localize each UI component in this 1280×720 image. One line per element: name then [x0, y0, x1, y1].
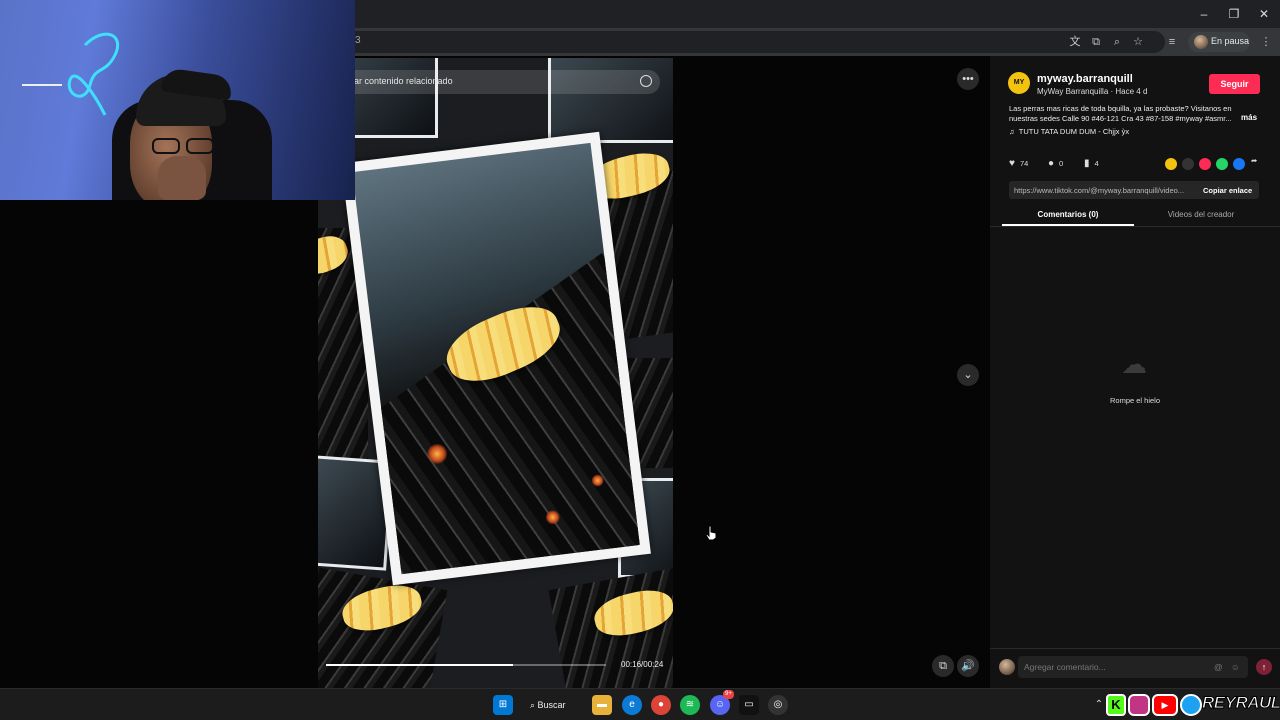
hand-cursor-icon	[705, 525, 717, 541]
social-banner: K ▶ REYRAUL	[1104, 690, 1280, 720]
streamer-glasses	[150, 138, 218, 156]
more-link[interactable]: más	[1241, 113, 1257, 122]
like-stat[interactable]: ♥ 74	[1009, 158, 1028, 169]
whatsapp-icon[interactable]	[1216, 158, 1228, 170]
profile-status: En pausa	[1211, 36, 1250, 46]
collage-grill	[318, 358, 368, 468]
taskbar-search-label: Buscar	[537, 700, 566, 710]
media-controls-icon[interactable]: ≡	[1165, 35, 1179, 49]
video-progress-fill	[326, 664, 513, 666]
emoji-icon[interactable]: ☺	[1231, 662, 1240, 672]
music-title: TUTU TATA DUM DUM - Chjjx ỳx	[1018, 127, 1130, 136]
chevron-down-icon[interactable]: ⌄	[957, 364, 979, 386]
streamer-name: REYRAUL	[1202, 693, 1280, 713]
avatar	[1194, 35, 1208, 49]
webcam-overlay	[0, 0, 355, 200]
bookmark-star-icon[interactable]: ☆	[1131, 35, 1145, 49]
chrome-icon[interactable]: ●	[651, 695, 671, 715]
video-progress-bar[interactable]	[326, 664, 606, 666]
picture-in-picture-icon[interactable]: ⧉	[932, 655, 954, 677]
creator-subtitle: MyWay Barranquilla · Hace 4 d	[1037, 87, 1148, 96]
video-time: 00:16/00:24	[621, 660, 664, 669]
mention-icon[interactable]: @	[1214, 662, 1223, 672]
taskbar-search[interactable]: ⌕ Buscar	[530, 695, 578, 715]
instagram-icon	[1128, 694, 1150, 716]
minimize-button[interactable]: –	[1196, 6, 1212, 22]
comment-input[interactable]: Agregar comentario... @ ☺	[1018, 656, 1248, 678]
like-count: 74	[1019, 159, 1029, 168]
facebook-icon[interactable]	[1233, 158, 1245, 170]
photo-frame	[341, 131, 651, 586]
comment-placeholder: Agregar comentario...	[1024, 662, 1106, 672]
comment-bar: Agregar comentario... @ ☺ ↑	[990, 648, 1280, 688]
link-box: https://www.tiktok.com/@myway.barranquil…	[1009, 181, 1259, 199]
youtube-icon: ▶	[1152, 694, 1178, 716]
related-search-bar[interactable]: ar contenido relacionado	[318, 70, 660, 94]
save-count: 4	[1094, 159, 1099, 168]
zoom-icon[interactable]: ⌕	[1110, 35, 1124, 49]
user-avatar	[999, 659, 1015, 675]
comment-stat[interactable]: ● 0	[1048, 158, 1063, 169]
comment-count: 0	[1059, 159, 1064, 168]
streamer-hand	[158, 156, 206, 200]
edge-icon[interactable]: e	[622, 695, 642, 715]
terminal-icon[interactable]: ▭	[739, 695, 759, 715]
bookmark-icon: ▮	[1084, 158, 1090, 169]
empty-comments-icon: ☁	[1121, 349, 1147, 379]
tab-creator-videos[interactable]: Videos del creador	[1135, 210, 1267, 226]
translate-icon[interactable]: 文	[1068, 35, 1082, 49]
url-text: 3	[355, 35, 361, 46]
desk-lamp	[22, 84, 62, 86]
grill-photo	[352, 142, 640, 575]
profile-button[interactable]: En pausa	[1188, 32, 1250, 52]
install-app-icon[interactable]: ⧉	[1089, 35, 1103, 49]
post-description-line: nuestras sedes Calle 90 #46-121 Cra 43 #…	[1009, 114, 1232, 123]
obs-icon[interactable]: ◎	[768, 695, 788, 715]
video-player[interactable]: ar contenido relacionado 00:16/00:24	[318, 58, 673, 688]
empty-comments-text: Rompe el hielo	[1109, 396, 1161, 405]
twitter-icon	[1180, 694, 1202, 716]
copy-link-button[interactable]: Copiar enlace	[1203, 186, 1252, 195]
tab-divider	[990, 226, 1280, 227]
send-icon[interactable]	[1199, 158, 1211, 170]
file-explorer-icon[interactable]: ▬	[592, 695, 612, 715]
heart-icon: ♥	[1009, 158, 1015, 169]
share-coin-icon[interactable]	[1165, 158, 1177, 170]
url-field[interactable]: 3	[345, 31, 1165, 53]
grill-rack	[352, 253, 640, 575]
related-search-text: ar contenido relacionado	[354, 76, 453, 86]
discord-badge: 9+	[723, 690, 734, 699]
restore-button[interactable]: ❐	[1226, 6, 1242, 22]
follow-button[interactable]: Seguir	[1209, 74, 1260, 94]
browser-menu-icon[interactable]: ⋮	[1259, 35, 1273, 49]
post-description-line: Las perras mas ricas de toda bquilla, ya…	[1009, 104, 1232, 113]
taskbar: ⊞ ⌕ Buscar ▬ e ● ≋ ☺ 9+ ▭ ◎ ⌃	[0, 688, 1280, 720]
creator-username[interactable]: myway.barranquill	[1037, 73, 1133, 85]
discord-icon[interactable]: ☺ 9+	[710, 690, 734, 715]
close-window-button[interactable]: ✕	[1256, 6, 1272, 22]
kick-icon: K	[1106, 694, 1126, 716]
post-details-panel: MY WAY myway.barranquill MyWay Barranqui…	[990, 56, 1280, 688]
share-arrow-icon[interactable]: ➦	[1251, 156, 1257, 165]
post-description: Las perras mas ricas de toda bquilla, ya…	[1009, 104, 1241, 124]
post-link[interactable]: https://www.tiktok.com/@myway.barranquil…	[1014, 186, 1184, 195]
more-options-icon[interactable]: •••	[957, 68, 979, 90]
comment-icon: ●	[1048, 158, 1055, 169]
search-icon[interactable]	[640, 75, 652, 87]
post-comment-button[interactable]: ↑	[1256, 659, 1272, 675]
music-note-icon: ♫	[1009, 127, 1019, 136]
spotify-icon[interactable]: ≋	[680, 695, 700, 715]
volume-icon[interactable]: 🔊	[957, 655, 979, 677]
creator-logo[interactable]: MY WAY	[1008, 72, 1030, 108]
save-stat[interactable]: ▮ 4	[1084, 158, 1099, 169]
windows-start-icon[interactable]: ⊞	[493, 695, 513, 715]
music-info[interactable]: ♫ TUTU TATA DUM DUM - Chjjx ỳx	[1009, 127, 1129, 136]
embed-icon[interactable]	[1182, 158, 1194, 170]
